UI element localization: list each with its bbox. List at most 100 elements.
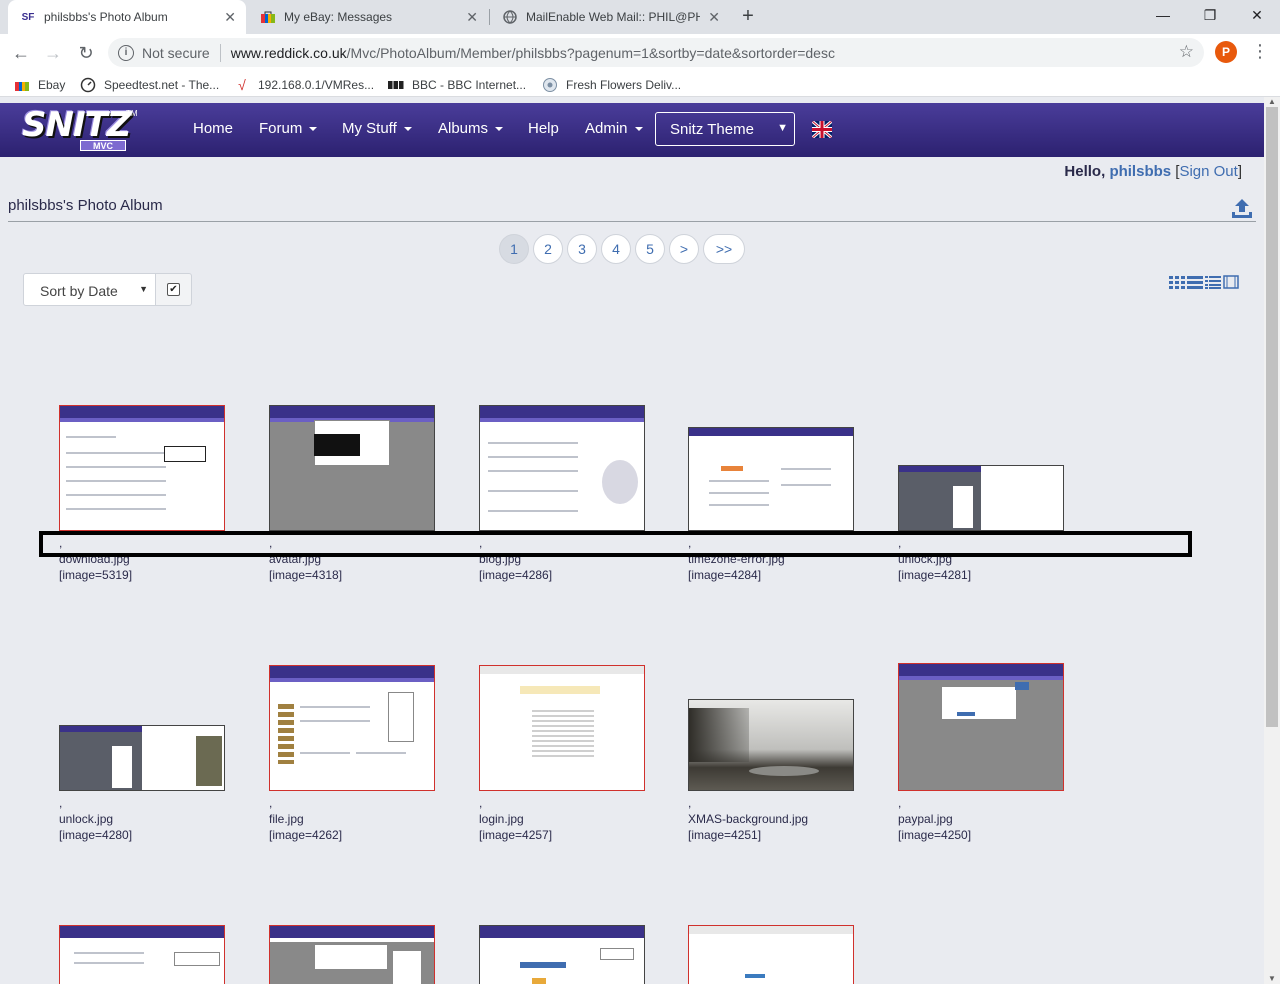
hello-label: Hello, [1064,163,1106,180]
highlight-annotation-box [39,531,1192,557]
photo-card[interactable]: , XMAS-background.jpg [image=4251] [688,665,854,845]
photo-tag: [image=4281] [898,568,972,582]
close-tab-icon[interactable]: ✕ [224,9,236,26]
tab-photo-album[interactable]: SF philsbbs's Photo Album ✕ [8,0,246,34]
sort-order-toggle[interactable]: ✔ [155,273,192,306]
photo-card[interactable]: , unlock.jpg [image=4281] [898,405,1064,585]
bookmark-flowers[interactable]: Fresh Flowers Deliv... [542,75,681,95]
forward-arrow-icon[interactable]: → [40,40,66,66]
bookmark-speedtest[interactable]: Speedtest.net - The... [80,75,219,95]
photo-thumbnail[interactable] [59,725,225,791]
photo-tag: [image=4251] [688,828,762,842]
bookmark-router[interactable]: √ 192.168.0.1/VMRes... [234,75,374,95]
profile-avatar[interactable]: P [1215,41,1237,63]
photo-card[interactable]: , avatar.jpg [image=4318] [269,405,435,585]
photo-tag: [image=4286] [479,568,553,582]
tab-mailenable[interactable]: MailEnable Web Mail:: PHIL@PHI ✕ [490,0,730,34]
page-scrollbar[interactable]: ▲ ▼ [1264,97,1280,984]
bookmark-bbc[interactable]: BBC - BBC Internet... [388,75,526,95]
scrollbar-thumb[interactable] [1266,107,1278,727]
sort-select[interactable]: Sort by Date ▼ [23,273,156,306]
theme-select[interactable]: Snitz Theme ▼ [655,112,795,146]
bookmark-ebay[interactable]: Ebay [14,75,65,95]
nav-my-stuff[interactable]: My Stuff [342,120,412,137]
photo-card[interactable]: , paypal.jpg [image=4250] [898,663,1064,845]
nav-home[interactable]: Home [193,120,233,137]
photo-thumbnail[interactable] [269,405,435,531]
nav-albums[interactable]: Albums [438,120,504,137]
photo-tag: [image=5319] [59,568,133,582]
url-path: /Mvc/PhotoAlbum/Member/philsbbs?pagenum=… [346,44,835,61]
photo-thumbnail[interactable] [688,427,854,531]
list-view-icon[interactable] [1187,275,1203,289]
close-tab-icon[interactable]: ✕ [466,9,478,26]
photo-thumbnail[interactable] [688,699,854,791]
minimize-button[interactable]: — [1140,0,1186,30]
nav-admin[interactable]: Admin [585,120,643,137]
photo-thumbnail[interactable] [479,405,645,531]
filmstrip-view-icon[interactable] [1223,275,1239,289]
snitz-logo[interactable]: SNITZ TM MVC [22,107,140,151]
site-navbar: SNITZ TM MVC Home Forum My Stuff Albums … [0,103,1264,157]
photo-card[interactable] [59,925,225,984]
photo-card[interactable]: , blog.jpg [image=4286] [479,405,645,585]
info-icon[interactable]: i [118,44,134,61]
next-page-button[interactable]: > [669,234,699,264]
back-arrow-icon[interactable]: ← [8,40,34,66]
not-secure-label: Not secure [142,44,210,61]
photo-tag: [image=4257] [479,828,553,842]
detail-list-view-icon[interactable] [1205,275,1221,289]
photo-thumbnail[interactable] [688,925,854,984]
uk-flag-icon[interactable] [812,121,832,138]
logo-tm: TM [126,109,138,118]
browser-toolbar: ← → ↻ i Not secure www.reddick.co.uk/Mvc… [0,34,1280,72]
photo-card[interactable] [688,925,854,984]
address-bar[interactable]: i Not secure www.reddick.co.uk/Mvc/Photo… [108,38,1204,67]
photo-tag: [image=4318] [269,568,343,582]
page-2-button[interactable]: 2 [533,234,563,264]
photo-thumbnail[interactable] [898,465,1064,531]
new-tab-button[interactable]: + [737,4,759,30]
reload-icon[interactable]: ↻ [73,40,99,66]
upload-icon[interactable] [1230,197,1254,221]
username-link[interactable]: philsbbs [1109,163,1171,180]
scroll-up-icon[interactable]: ▲ [1264,97,1280,107]
photo-thumbnail[interactable] [59,925,225,984]
photo-card[interactable]: , unlock.jpg [image=4280] [59,665,225,845]
close-window-button[interactable]: ✕ [1234,0,1280,30]
photo-card[interactable] [479,925,645,984]
restore-button[interactable]: ❐ [1187,0,1233,30]
photo-card[interactable]: , login.jpg [image=4257] [479,665,645,845]
tab-ebay-messages[interactable]: My eBay: Messages ✕ [248,0,488,34]
bookmarks-bar: Ebay Speedtest.net - The... √ 192.168.0.… [0,72,1280,97]
scroll-down-icon[interactable]: ▼ [1264,974,1280,984]
photo-card[interactable]: , download.jpg [image=5319] [59,405,225,585]
close-tab-icon[interactable]: ✕ [708,9,720,26]
view-mode-switcher [1169,275,1241,289]
photo-thumbnail[interactable] [269,665,435,791]
nav-forum[interactable]: Forum [259,120,318,137]
photo-card[interactable]: , file.jpg [image=4262] [269,665,435,845]
sort-desc-checkbox[interactable]: ✔ [167,283,180,296]
photo-thumbnail[interactable] [479,925,645,984]
grid-view-icon[interactable] [1169,275,1185,289]
browser-menu-icon[interactable]: ⋮ [1250,40,1270,64]
bookmark-star-icon[interactable]: ☆ [1179,42,1194,62]
page-5-button[interactable]: 5 [635,234,665,264]
photo-thumbnail[interactable] [59,405,225,531]
page-1-button[interactable]: 1 [499,234,529,264]
sign-out-link[interactable]: Sign Out [1179,163,1237,180]
photo-thumbnail[interactable] [479,665,645,791]
photo-thumbnail[interactable] [269,925,435,984]
photo-card[interactable] [269,925,435,984]
last-page-button[interactable]: >> [703,234,745,264]
ebay-bag-icon [260,9,276,25]
photo-card[interactable]: , timezone-error.jpg [image=4284] [688,405,854,585]
page-3-button[interactable]: 3 [567,234,597,264]
nav-help[interactable]: Help [528,120,559,137]
photo-caption: , login.jpg [image=4257] [479,795,552,843]
tab-title: My eBay: Messages [284,10,393,24]
page-4-button[interactable]: 4 [601,234,631,264]
photo-thumbnail[interactable] [898,663,1064,791]
bookmark-label: Ebay [38,78,66,92]
